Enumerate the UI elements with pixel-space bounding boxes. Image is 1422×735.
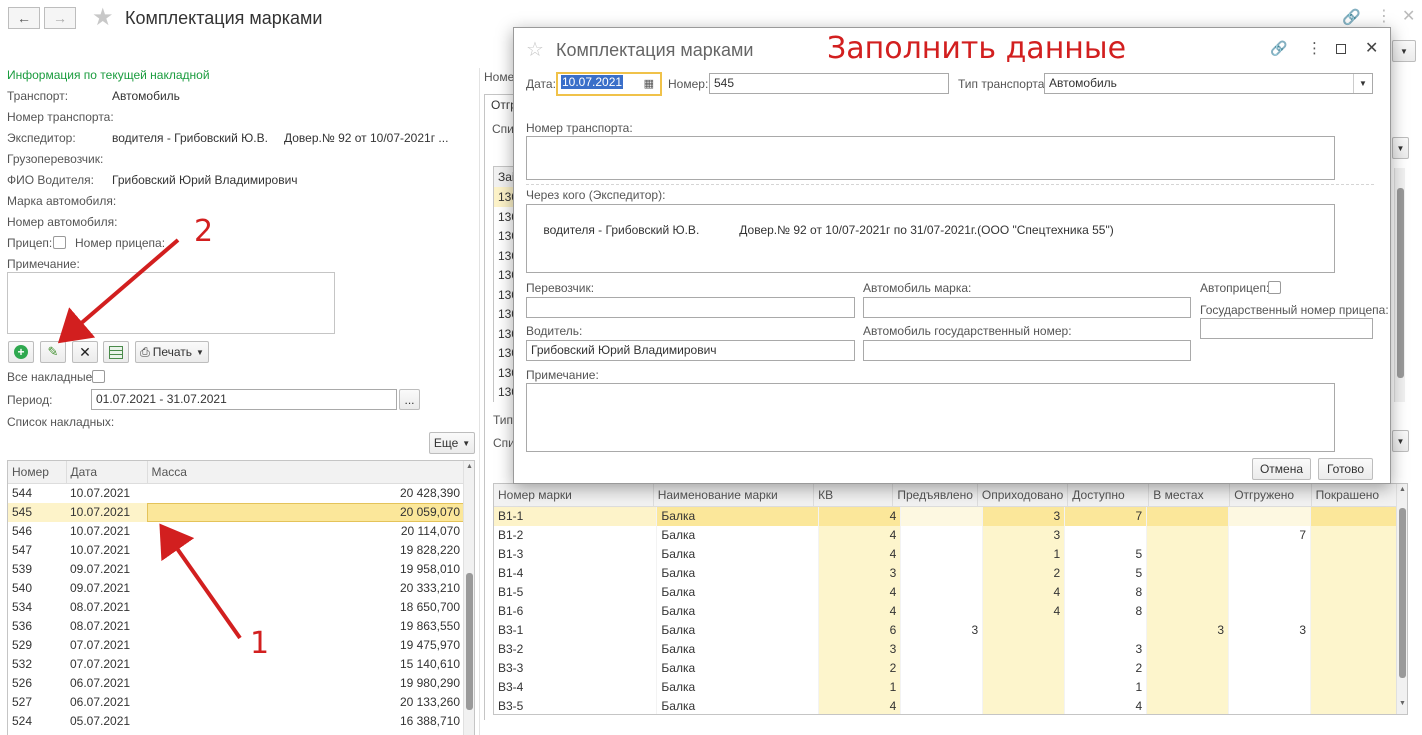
annotation-number-2: 2 bbox=[194, 214, 214, 249]
annotation-arrow-2 bbox=[57, 238, 180, 344]
annotation-number-1: 1 bbox=[250, 626, 270, 661]
annotation-arrow-1 bbox=[159, 523, 242, 640]
annotation-arrows bbox=[57, 238, 242, 640]
